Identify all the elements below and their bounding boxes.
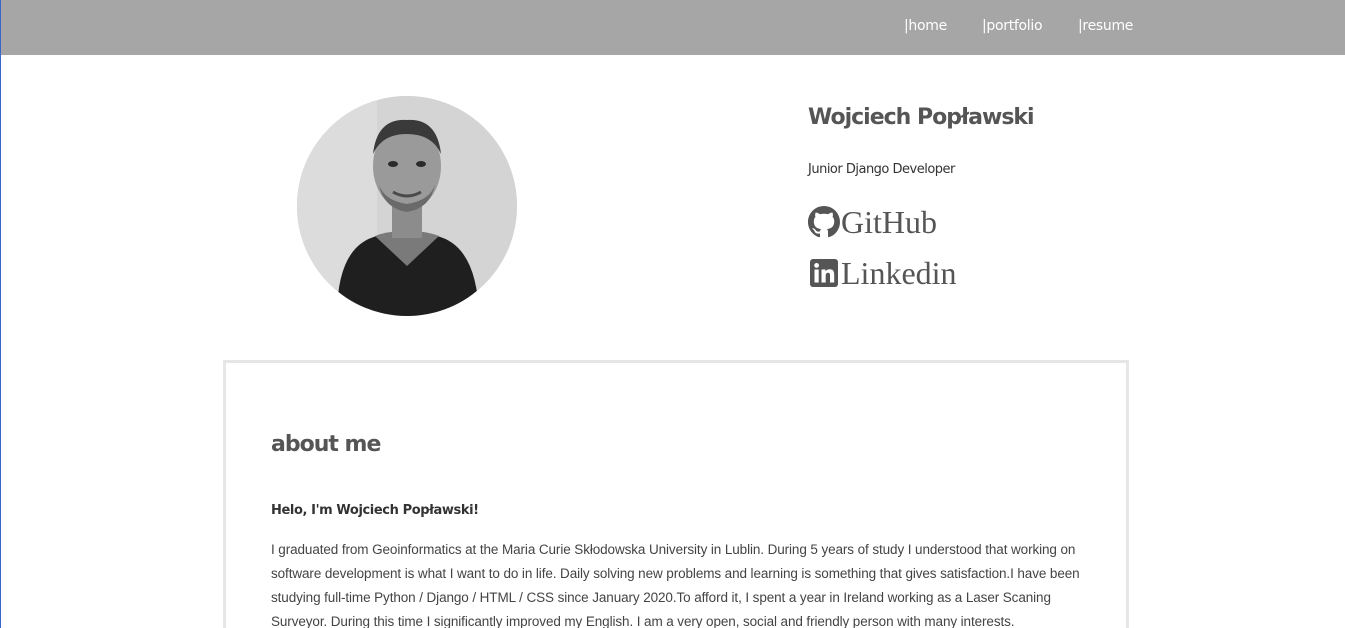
about-greeting: Helo, I'm Wojciech Popławski! xyxy=(271,503,479,518)
page-left-edge xyxy=(0,0,1,628)
top-navigation-bar xyxy=(1,0,1345,55)
nav-link-portfolio[interactable]: |portfolio xyxy=(982,17,1043,35)
linkedin-icon xyxy=(808,257,840,289)
profile-photo xyxy=(297,96,517,316)
linkedin-link-label: Linkedin xyxy=(841,255,957,291)
about-text: I graduated from Geoinformatics at the M… xyxy=(271,542,1080,628)
profile-name: Wojciech Popławski xyxy=(808,105,1035,130)
portrait-image xyxy=(297,96,517,316)
github-link[interactable]: GitHub xyxy=(808,203,937,241)
profile-role: Junior Django Developer xyxy=(808,162,955,177)
nav-link-home[interactable]: |home xyxy=(904,17,947,35)
linkedin-link[interactable]: Linkedin xyxy=(808,254,957,292)
about-title: about me xyxy=(271,432,381,457)
github-icon xyxy=(808,206,840,238)
nav-link-resume[interactable]: |resume xyxy=(1078,17,1133,35)
github-link-label: GitHub xyxy=(841,204,937,240)
